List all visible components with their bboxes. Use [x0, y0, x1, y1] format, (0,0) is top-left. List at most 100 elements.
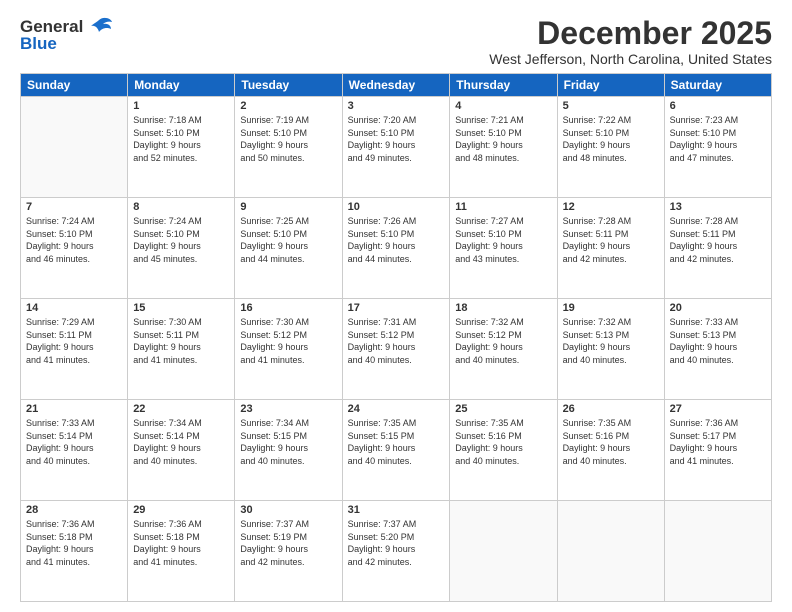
logo-bird-icon	[85, 16, 113, 38]
table-row: 24 Sunrise: 7:35 AMSunset: 5:15 PMDayligh…	[342, 400, 450, 501]
title-section: December 2025 West Jefferson, North Caro…	[113, 16, 772, 67]
day-number: 3	[348, 100, 445, 112]
table-row: 7Sunrise: 7:24 AMSunset: 5:10 PMDaylight…	[21, 198, 128, 299]
day-number: 25	[455, 403, 551, 415]
day-number: 22	[133, 403, 229, 415]
calendar-header-row: Sunday Monday Tuesday Wednesday Thursday…	[21, 74, 772, 97]
table-row: 2 Sunrise: 7:19 AMSunset: 5:10 PMDaylight…	[235, 97, 342, 198]
day-info: Sunrise: 7:22 AMSunset: 5:10 PMDaylight:…	[563, 114, 659, 164]
day-info: Sunrise: 7:24 AMSunset: 5:10 PMDaylight:…	[26, 215, 122, 265]
day-number: 15	[133, 302, 229, 314]
day-info: Sunrise: 7:20 AMSunset: 5:10 PMDaylight:…	[348, 114, 445, 164]
day-info: Sunrise: 7:32 AMSunset: 5:13 PMDaylight:…	[563, 316, 659, 366]
day-number: 26	[563, 403, 659, 415]
day-number: 12	[563, 201, 659, 213]
location: West Jefferson, North Carolina, United S…	[113, 51, 772, 67]
calendar-table: Sunday Monday Tuesday Wednesday Thursday…	[20, 73, 772, 602]
col-thursday: Thursday	[450, 74, 557, 97]
logo-blue: Blue	[20, 34, 57, 54]
day-info: Sunrise: 7:34 AMSunset: 5:15 PMDaylight:…	[240, 417, 336, 467]
col-saturday: Saturday	[664, 74, 771, 97]
table-row: 30 Sunrise: 7:37 AMSunset: 5:19 PMDayligh…	[235, 501, 342, 602]
day-number: 1	[133, 100, 229, 112]
header: General Blue December 2025 West Jefferso…	[20, 16, 772, 67]
day-info: Sunrise: 7:28 AMSunset: 5:11 PMDaylight:…	[563, 215, 659, 265]
table-row: 29 Sunrise: 7:36 AMSunset: 5:18 PMDayligh…	[128, 501, 235, 602]
day-number: 24	[348, 403, 445, 415]
day-number: 10	[348, 201, 445, 213]
table-row	[557, 501, 664, 602]
day-info: Sunrise: 7:36 AMSunset: 5:18 PMDaylight:…	[26, 518, 122, 568]
day-info: Sunrise: 7:32 AMSunset: 5:12 PMDaylight:…	[455, 316, 551, 366]
table-row: 9Sunrise: 7:25 AMSunset: 5:10 PMDaylight…	[235, 198, 342, 299]
day-number: 30	[240, 504, 336, 516]
day-number: 20	[670, 302, 766, 314]
col-wednesday: Wednesday	[342, 74, 450, 97]
day-info: Sunrise: 7:35 AMSunset: 5:16 PMDaylight:…	[455, 417, 551, 467]
table-row: 14 Sunrise: 7:29 AMSunset: 5:11 PMDayligh…	[21, 299, 128, 400]
col-friday: Friday	[557, 74, 664, 97]
day-info: Sunrise: 7:37 AMSunset: 5:19 PMDaylight:…	[240, 518, 336, 568]
day-number: 17	[348, 302, 445, 314]
table-row: 6 Sunrise: 7:23 AMSunset: 5:10 PMDaylight…	[664, 97, 771, 198]
table-row: 17 Sunrise: 7:31 AMSunset: 5:12 PMDayligh…	[342, 299, 450, 400]
day-info: Sunrise: 7:37 AMSunset: 5:20 PMDaylight:…	[348, 518, 445, 568]
day-info: Sunrise: 7:26 AMSunset: 5:10 PMDaylight:…	[348, 215, 445, 265]
table-row: 25 Sunrise: 7:35 AMSunset: 5:16 PMDayligh…	[450, 400, 557, 501]
table-row	[21, 97, 128, 198]
day-number: 6	[670, 100, 766, 112]
day-info: Sunrise: 7:36 AMSunset: 5:18 PMDaylight:…	[133, 518, 229, 568]
day-info: Sunrise: 7:30 AMSunset: 5:11 PMDaylight:…	[133, 316, 229, 366]
table-row: 19 Sunrise: 7:32 AMSunset: 5:13 PMDayligh…	[557, 299, 664, 400]
calendar-week-row: 7Sunrise: 7:24 AMSunset: 5:10 PMDaylight…	[21, 198, 772, 299]
day-info: Sunrise: 7:33 AMSunset: 5:14 PMDaylight:…	[26, 417, 122, 467]
calendar-week-row: 28Sunrise: 7:36 AMSunset: 5:18 PMDayligh…	[21, 501, 772, 602]
logo: General Blue	[20, 16, 113, 54]
day-number: 31	[348, 504, 445, 516]
calendar-week-row: 1 Sunrise: 7:18 AMSunset: 5:10 PMDaylight…	[21, 97, 772, 198]
page: General Blue December 2025 West Jefferso…	[0, 0, 792, 612]
calendar-week-row: 21 Sunrise: 7:33 AMSunset: 5:14 PMDayligh…	[21, 400, 772, 501]
day-info: Sunrise: 7:30 AMSunset: 5:12 PMDaylight:…	[240, 316, 336, 366]
table-row: 20 Sunrise: 7:33 AMSunset: 5:13 PMDayligh…	[664, 299, 771, 400]
day-number: 5	[563, 100, 659, 112]
table-row: 12 Sunrise: 7:28 AMSunset: 5:11 PMDayligh…	[557, 198, 664, 299]
day-info: Sunrise: 7:18 AMSunset: 5:10 PMDaylight:…	[133, 114, 229, 164]
day-info: Sunrise: 7:29 AMSunset: 5:11 PMDaylight:…	[26, 316, 122, 366]
day-info: Sunrise: 7:31 AMSunset: 5:12 PMDaylight:…	[348, 316, 445, 366]
month-title: December 2025	[113, 16, 772, 51]
day-number: 11	[455, 201, 551, 213]
table-row: 1 Sunrise: 7:18 AMSunset: 5:10 PMDaylight…	[128, 97, 235, 198]
table-row	[664, 501, 771, 602]
table-row: 11 Sunrise: 7:27 AMSunset: 5:10 PMDayligh…	[450, 198, 557, 299]
table-row: 23Sunrise: 7:34 AMSunset: 5:15 PMDayligh…	[235, 400, 342, 501]
table-row: 15 Sunrise: 7:30 AMSunset: 5:11 PMDayligh…	[128, 299, 235, 400]
day-number: 14	[26, 302, 122, 314]
table-row: 3 Sunrise: 7:20 AMSunset: 5:10 PMDaylight…	[342, 97, 450, 198]
table-row: 27Sunrise: 7:36 AMSunset: 5:17 PMDayligh…	[664, 400, 771, 501]
table-row: 10 Sunrise: 7:26 AMSunset: 5:10 PMDayligh…	[342, 198, 450, 299]
calendar-week-row: 14 Sunrise: 7:29 AMSunset: 5:11 PMDayligh…	[21, 299, 772, 400]
day-info: Sunrise: 7:23 AMSunset: 5:10 PMDaylight:…	[670, 114, 766, 164]
day-info: Sunrise: 7:36 AMSunset: 5:17 PMDaylight:…	[670, 417, 766, 467]
table-row: 4Sunrise: 7:21 AMSunset: 5:10 PMDaylight…	[450, 97, 557, 198]
day-info: Sunrise: 7:27 AMSunset: 5:10 PMDaylight:…	[455, 215, 551, 265]
day-info: Sunrise: 7:24 AMSunset: 5:10 PMDaylight:…	[133, 215, 229, 265]
day-number: 16	[240, 302, 336, 314]
day-info: Sunrise: 7:33 AMSunset: 5:13 PMDaylight:…	[670, 316, 766, 366]
table-row: 13Sunrise: 7:28 AMSunset: 5:11 PMDayligh…	[664, 198, 771, 299]
day-info: Sunrise: 7:35 AMSunset: 5:15 PMDaylight:…	[348, 417, 445, 467]
day-info: Sunrise: 7:35 AMSunset: 5:16 PMDaylight:…	[563, 417, 659, 467]
day-number: 29	[133, 504, 229, 516]
col-monday: Monday	[128, 74, 235, 97]
col-tuesday: Tuesday	[235, 74, 342, 97]
day-number: 21	[26, 403, 122, 415]
table-row: 16 Sunrise: 7:30 AMSunset: 5:12 PMDayligh…	[235, 299, 342, 400]
day-number: 2	[240, 100, 336, 112]
day-number: 19	[563, 302, 659, 314]
day-number: 13	[670, 201, 766, 213]
table-row: 21 Sunrise: 7:33 AMSunset: 5:14 PMDayligh…	[21, 400, 128, 501]
day-info: Sunrise: 7:19 AMSunset: 5:10 PMDaylight:…	[240, 114, 336, 164]
day-number: 8	[133, 201, 229, 213]
col-sunday: Sunday	[21, 74, 128, 97]
